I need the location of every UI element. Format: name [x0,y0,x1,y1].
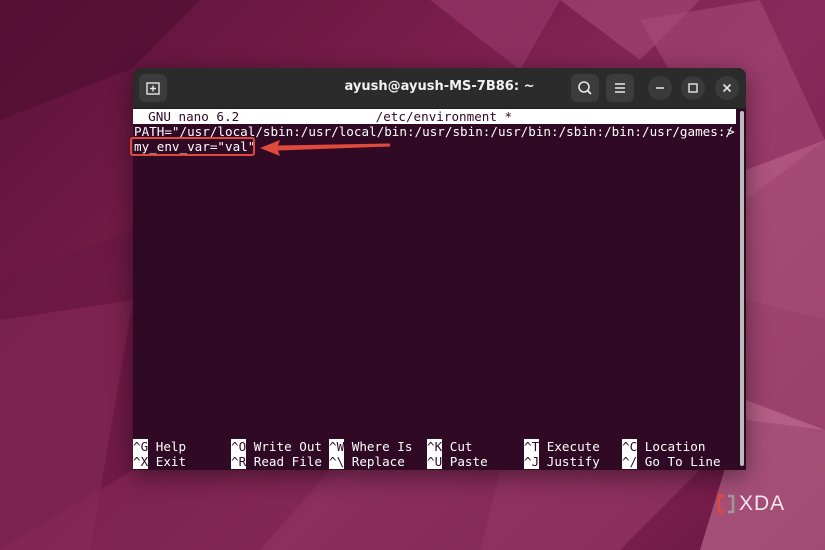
watermark-text: XDA [739,492,786,515]
shortcut-label: Replace [351,454,405,469]
shortcut-justify[interactable]: ^J Justify [524,454,600,469]
shortcut-key: ^K [427,439,443,454]
nano-header: GNU nano 6.2 /etc/environment * [133,109,736,124]
search-button[interactable] [571,74,599,102]
shortcut-key: ^/ [622,454,638,469]
shortcut-key: ^T [524,439,540,454]
nano-shortcut-bar: ^G Help ^O Write Out ^W Where Is ^K Cut … [133,439,733,469]
shortcut-key: ^J [524,454,540,469]
shortcut-key: ^W [329,439,345,454]
shortcut-exit[interactable]: ^X Exit [133,454,186,469]
terminal-window: ayush@ayush-MS-7B86: ~ GNU nano 6.2 /etc… [133,68,746,470]
shortcut-cut[interactable]: ^K Cut [427,439,473,454]
hamburger-menu-icon [615,83,625,93]
minimize-button[interactable] [648,76,672,100]
shortcut-key: ^X [133,454,149,469]
shortcut-key: ^U [427,454,443,469]
maximize-icon [688,83,698,93]
maximize-button[interactable] [681,76,705,100]
shortcut-label: Help [155,439,187,454]
shortcut-write-out[interactable]: ^O Write Out [231,439,322,454]
search-icon [578,81,592,95]
shortcut-label: Exit [155,454,187,469]
annotation-highlight-box [130,137,255,156]
shortcut-label: Read File [253,454,323,469]
shortcut-help[interactable]: ^G Help [133,439,186,454]
menu-button[interactable] [606,74,634,102]
shortcut-label: Go To Line [644,454,721,469]
shortcut-key: ^O [231,439,247,454]
shortcut-key: ^C [622,439,638,454]
shortcut-go-to-line[interactable]: ^/ Go To Line [622,454,721,469]
shortcut-execute[interactable]: ^T Execute [524,439,600,454]
window-titlebar[interactable]: ayush@ayush-MS-7B86: ~ [133,68,746,109]
shortcut-key: ^\ [329,454,345,469]
shortcut-key: ^G [133,439,149,454]
shortcut-label: Cut [449,439,473,454]
terminal-area[interactable]: GNU nano 6.2 /etc/environment * PATH="/u… [133,109,739,470]
shortcut-label: Where Is [351,439,413,454]
shortcut-paste[interactable]: ^U Paste [427,454,488,469]
shortcut-label: Justify [546,454,600,469]
close-button[interactable] [715,76,739,100]
shortcut-label: Location [644,439,706,454]
shortcut-label: Execute [546,439,600,454]
shortcut-replace[interactable]: ^\ Replace [329,454,405,469]
xda-logo-icon [717,494,735,514]
shortcut-key: ^R [231,454,247,469]
line-overflow-marker: > [727,124,735,139]
shortcut-where-is[interactable]: ^W Where Is [329,439,412,454]
shortcut-location[interactable]: ^C Location [622,439,705,454]
shortcut-label: Paste [449,454,488,469]
annotation-arrow-icon [260,140,390,156]
shortcut-read-file[interactable]: ^R Read File [231,454,322,469]
close-icon [722,83,732,93]
xda-watermark: XDA [716,492,785,516]
terminal-scrollbar[interactable] [740,111,744,466]
shortcut-label: Write Out [253,439,323,454]
minimize-icon [656,87,664,89]
